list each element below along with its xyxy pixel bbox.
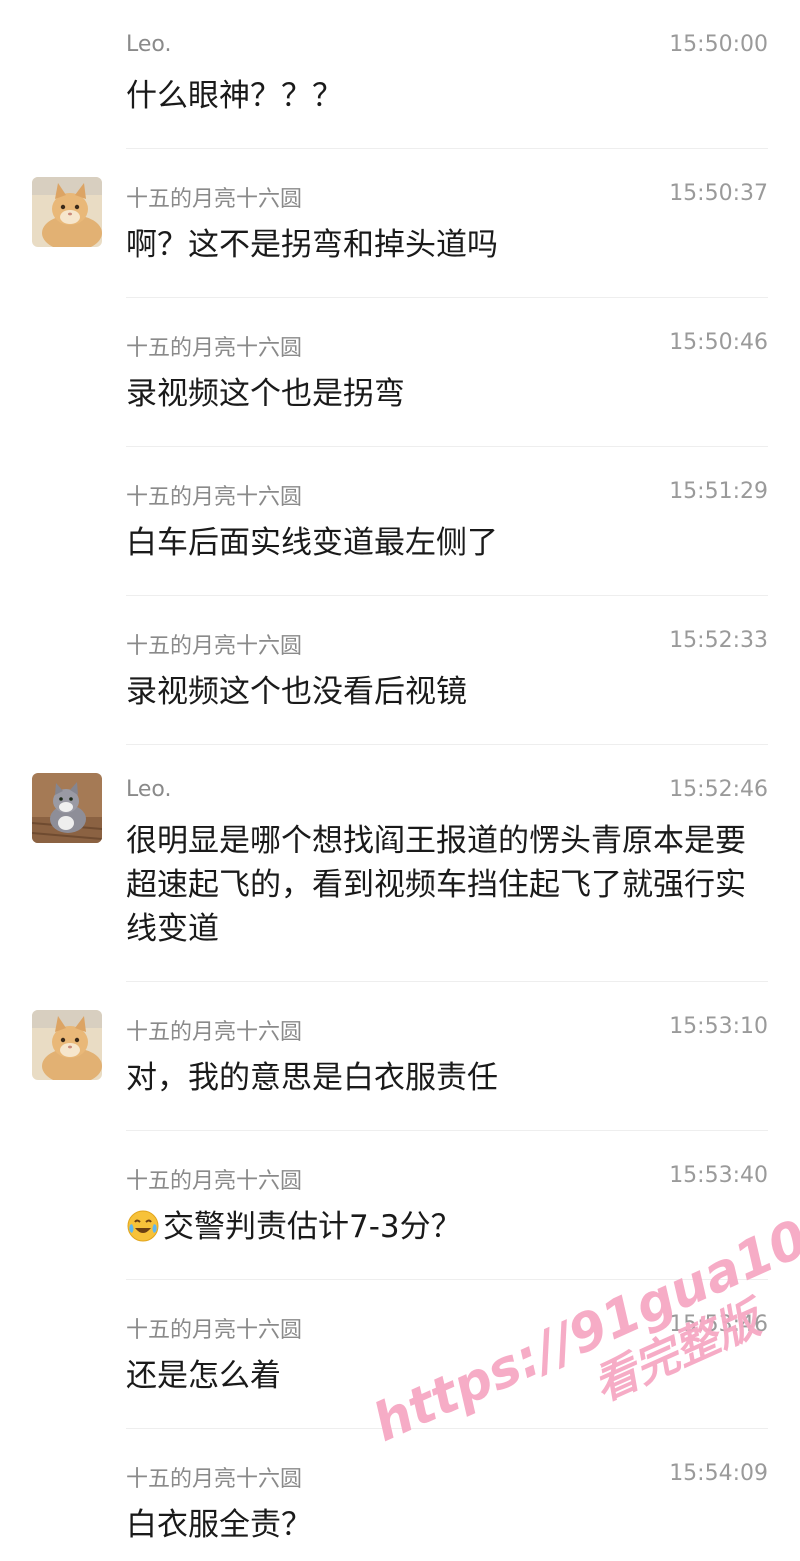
orange-cat-avatar[interactable]	[32, 1010, 102, 1080]
message-text: 对，我的意思是白衣服责任	[126, 1060, 498, 1096]
chat-message[interactable]: 十五的月亮十六圆 15:53:40 交警判责估计7-3分？	[0, 1131, 800, 1280]
message-time: 15:51:29	[669, 479, 768, 504]
sender-name[interactable]: 十五的月亮十六圆	[126, 628, 302, 660]
gray-cat-avatar[interactable]	[32, 773, 102, 843]
message-time: 15:50:37	[669, 181, 768, 206]
chat-message[interactable]: 十五的月亮十六圆 15:51:29 白车后面实线变道最左侧了	[0, 447, 800, 596]
chat-message[interactable]: 十五的月亮十六圆 15:53:10 对，我的意思是白衣服责任	[0, 982, 800, 1131]
chat-message[interactable]: 十五的月亮十六圆 15:50:37 啊？这不是拐弯和掉头道吗	[0, 149, 800, 298]
chat-message[interactable]: 十五的月亮十六圆 15:52:33 录视频这个也没看后视镜	[0, 596, 800, 745]
message-text: 啊？这不是拐弯和掉头道吗	[126, 227, 498, 263]
message-text: 还是怎么着	[126, 1358, 281, 1394]
message-time: 15:50:00	[669, 32, 768, 57]
chat-message[interactable]: 十五的月亮十六圆 15:54:09 白衣服全责？	[0, 1429, 800, 1561]
message-text: 白车后面实线变道最左侧了	[126, 525, 498, 561]
sender-name[interactable]: 十五的月亮十六圆	[126, 181, 302, 213]
message-time: 15:53:10	[669, 1014, 768, 1039]
sender-name[interactable]: 十五的月亮十六圆	[126, 1461, 302, 1493]
chat-message[interactable]: 十五的月亮十六圆 15:53:46 还是怎么着	[0, 1280, 800, 1429]
orange-cat-avatar[interactable]	[32, 177, 102, 247]
message-time: 15:54:09	[669, 1461, 768, 1486]
sender-name[interactable]: Leo.	[126, 32, 171, 57]
message-text: 录视频这个也没看后视镜	[126, 674, 467, 710]
chat-message[interactable]: 十五的月亮十六圆 15:50:46 录视频这个也是拐弯	[0, 298, 800, 447]
message-text: 什么眼神？？？	[126, 78, 343, 114]
message-time: 15:50:46	[669, 330, 768, 355]
message-text: 录视频这个也是拐弯	[126, 376, 405, 412]
sender-name[interactable]: 十五的月亮十六圆	[126, 1014, 302, 1046]
message-text-row: 交警判责估计7-3分？	[126, 1205, 766, 1249]
message-time: 15:52:46	[669, 777, 768, 802]
sender-name[interactable]: 十五的月亮十六圆	[126, 330, 302, 362]
message-time: 15:53:40	[669, 1163, 768, 1188]
sender-name[interactable]: 十五的月亮十六圆	[126, 1163, 302, 1195]
message-text: 白衣服全责？	[126, 1507, 312, 1543]
sender-name[interactable]: 十五的月亮十六圆	[126, 479, 302, 511]
message-text: 交警判责估计7-3分？	[163, 1209, 462, 1245]
message-text: 很明显是哪个想找阎王报道的愣头青原本是要超速起飞的，看到视频车挡住起飞了就强行实…	[126, 823, 746, 947]
chat-message[interactable]: Leo. 15:52:46 很明显是哪个想找阎王报道的愣头青原本是要超速起飞的，…	[0, 745, 800, 982]
sender-name[interactable]: Leo.	[126, 777, 171, 802]
laughing-crying-emoji-icon	[126, 1209, 160, 1243]
chat-message[interactable]: Leo. 15:50:00 什么眼神？？？	[0, 0, 800, 149]
sender-name[interactable]: 十五的月亮十六圆	[126, 1312, 302, 1344]
message-time: 15:52:33	[669, 628, 768, 653]
message-time: 15:53:46	[669, 1312, 768, 1337]
